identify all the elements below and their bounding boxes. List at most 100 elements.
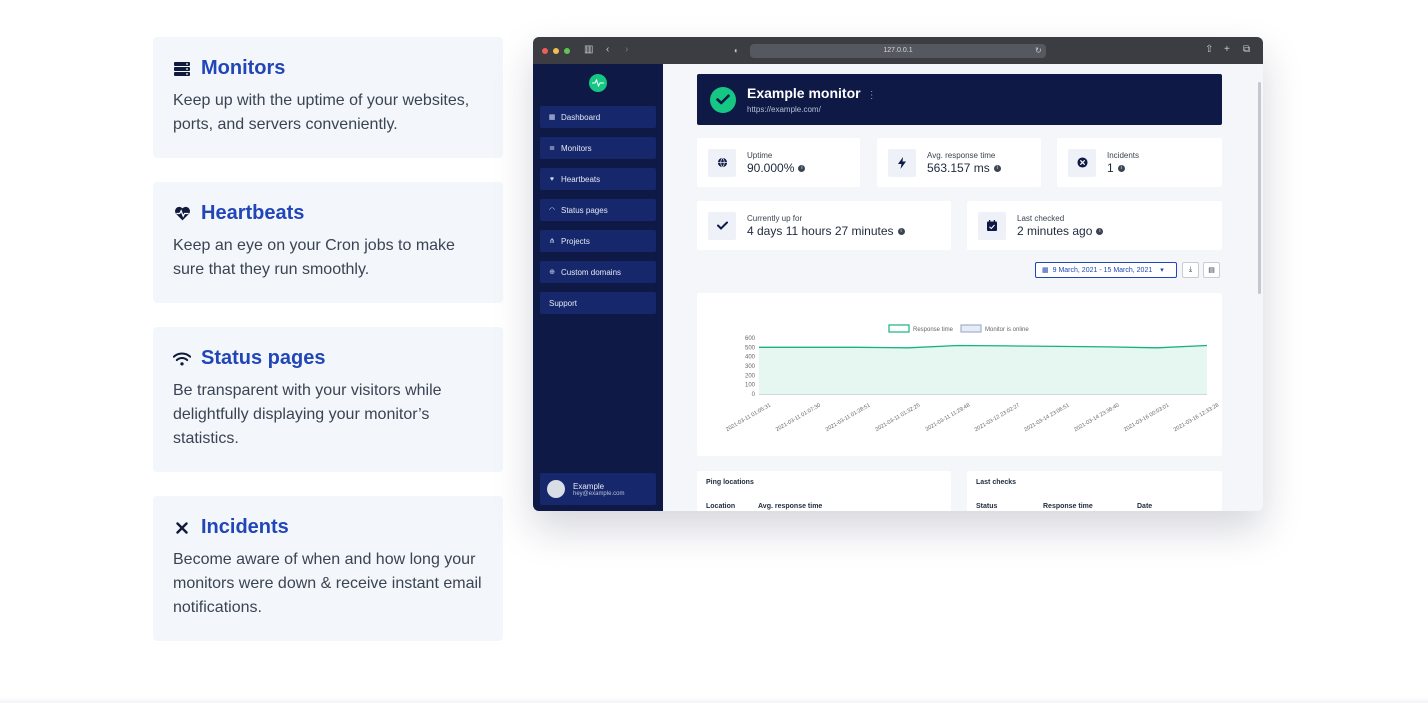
maximize-window-button[interactable] [564, 47, 570, 54]
date-range-label: 9 March, 2021 - 15 March, 2021 [1052, 266, 1153, 274]
x-tick-label: 2021-03-14 23:06:51 [1023, 403, 1070, 434]
last-checked-card: Last checked 2 minutes ago i [967, 201, 1222, 250]
info-icon[interactable]: i [798, 164, 806, 172]
globe-icon: ⊕ [549, 269, 555, 276]
sidebar-item-support[interactable]: Support [540, 292, 656, 314]
sidebar-item-label: Heartbeats [561, 174, 601, 184]
heart-pulse-icon [173, 205, 191, 223]
x-tick-label: 2021-03-11 01:07:30 [775, 403, 822, 434]
sidebar-item-status-pages[interactable]: ◠ Status pages [540, 199, 656, 221]
sidebar-item-dashboard[interactable]: ▦ Dashboard [540, 106, 656, 128]
sidebar-item-label: Projects [561, 236, 590, 246]
sidebar: ▦ Dashboard ≣ Monitors ♥ Heartbeats ◠ Status… [533, 64, 663, 511]
sidebar-item-heartbeats[interactable]: ♥ Heartbeats [540, 168, 656, 190]
feature-description: Be transparent with your visitors while … [173, 382, 442, 447]
monitor-url[interactable]: https://example.com/ [747, 105, 877, 114]
y-tick-label: 500 [745, 345, 756, 351]
check-circle-icon [710, 86, 736, 113]
sidebar-item-label: Status pages [561, 205, 608, 215]
x-tick-label: 2021-03-11 01:32:25 [874, 403, 921, 434]
wifi-icon [173, 350, 191, 368]
heart-pulse-icon: ♥ [549, 175, 555, 183]
column-header: Avg. response time [758, 503, 823, 510]
feature-title: Status pages [201, 347, 326, 369]
sidebar-item-label: Custom domains [561, 267, 622, 277]
sidebar-item-custom-domains[interactable]: ⊕ Custom domains [540, 261, 656, 283]
currently-up-card: Currently up for 4 days 11 hours 27 minu… [697, 201, 951, 250]
y-tick-label: 400 [745, 355, 756, 361]
minimize-window-button[interactable] [553, 47, 559, 54]
reload-icon[interactable]: ↻ [1035, 46, 1042, 55]
back-icon[interactable]: ‹ [606, 44, 609, 55]
response-time-area [759, 345, 1207, 394]
chart-svg: Response time Monitor is online 600 500 400 3… [725, 324, 1220, 434]
feature-description: Become aware of when and how long your m… [173, 551, 482, 616]
download-icon: ⤓ [1188, 266, 1193, 273]
chevron-down-icon: ▾ [1160, 267, 1164, 274]
response-time-chart: Response time Monitor is online 600 500 400 3… [697, 293, 1222, 456]
new-tab-icon[interactable]: + [1224, 44, 1230, 55]
info-icon[interactable]: i [1096, 227, 1104, 235]
y-tick-label: 600 [745, 336, 756, 342]
x-tick-label: 2021-03-12 23:02:27 [974, 403, 1021, 434]
x-tick-label: 2021-03-11 11:29:48 [925, 403, 972, 433]
x-tick-label: 2021-03-11 01:28:51 [825, 403, 872, 434]
info-icon[interactable]: i [993, 164, 1001, 172]
download-button[interactable]: ⤓ [1182, 262, 1199, 278]
feature-description: Keep up with the uptime of your websites… [173, 92, 470, 133]
feature-heartbeats: Heartbeats Keep an eye on your Cron jobs… [153, 182, 503, 303]
info-icon[interactable]: i [897, 227, 905, 235]
info-icon[interactable]: i [1117, 164, 1125, 172]
sidebar-item-projects[interactable]: ⋔ Projects [540, 230, 656, 252]
x-tick-label: 2021-03-16 12:33:28 [1173, 403, 1220, 434]
server-stack-icon [173, 60, 191, 78]
more-options-icon[interactable]: ⋮ [867, 90, 877, 101]
close-window-button[interactable] [542, 47, 548, 54]
stat-label: Currently up for [747, 213, 803, 223]
close-icon [173, 519, 191, 537]
x-tick-label: 2021-03-14 23:36:40 [1073, 403, 1120, 434]
sidebar-toggle-icon[interactable]: ▥ [584, 44, 593, 55]
column-header: Response time [1043, 503, 1093, 510]
feature-monitors: Monitors Keep up with the uptime of your… [153, 37, 503, 158]
feature-title: Incidents [201, 516, 289, 538]
check-icon [708, 211, 736, 240]
globe-icon [708, 148, 736, 177]
incidents-card: Incidents 1i [1057, 138, 1222, 187]
sidebar-item-monitors[interactable]: ≣ Monitors [540, 137, 656, 159]
address-bar[interactable]: 127.0.0.1 [750, 44, 1046, 58]
avg-response-card: Avg. response time 563.157 ms i [877, 138, 1041, 187]
times-circle-icon [1068, 148, 1096, 177]
sidebar-item-label: Dashboard [561, 112, 601, 122]
stat-value: 563.157 ms [927, 160, 990, 175]
forward-icon[interactable]: › [625, 44, 628, 55]
browser-toolbar: ▥ ‹ › ◐ 127.0.0.1 ↻ ⇧ + ⧉ [533, 37, 1263, 64]
scrollbar[interactable] [1258, 82, 1261, 294]
calendar-icon: ▦ [1042, 267, 1049, 274]
share-icon[interactable]: ⇧ [1205, 44, 1213, 55]
user-menu[interactable]: Example hey@example.com [540, 473, 656, 505]
stat-label: Uptime [747, 150, 773, 160]
y-tick-label: 300 [745, 364, 756, 370]
shield-icon: ◐ [734, 46, 739, 55]
bolt-icon [888, 148, 916, 177]
list-icon: ≣ [549, 145, 555, 152]
column-header: Status [976, 503, 998, 510]
ping-locations-card: Ping locations Location Avg. response ti… [697, 471, 951, 511]
stat-label: Incidents [1107, 150, 1140, 160]
date-range-picker[interactable]: ▦ 9 March, 2021 - 15 March, 2021 ▾ [1035, 262, 1177, 278]
legend-label: Monitor is online [985, 327, 1029, 333]
legend-label: Response time [913, 327, 954, 333]
x-tick-label: 2021-03-11 01:05:31 [725, 403, 772, 434]
stat-value: 90.000% [747, 160, 795, 175]
feature-title: Monitors [201, 57, 286, 79]
export-pdf-button[interactable]: ▤ [1203, 262, 1220, 278]
x-tick-label: 2021-03-16 00:03:01 [1123, 403, 1170, 434]
monitor-name: Example monitor [747, 85, 861, 101]
app-logo-icon[interactable] [589, 74, 607, 92]
calendar-check-icon [978, 211, 1006, 240]
feature-description: Keep an eye on your Cron jobs to make su… [173, 237, 455, 278]
tabs-overview-icon[interactable]: ⧉ [1243, 44, 1250, 55]
card-title: Last checks [976, 479, 1017, 486]
browser-window: ▥ ‹ › ◐ 127.0.0.1 ↻ ⇧ + ⧉ ▦ Dashboard ≣ Mo… [533, 37, 1263, 511]
